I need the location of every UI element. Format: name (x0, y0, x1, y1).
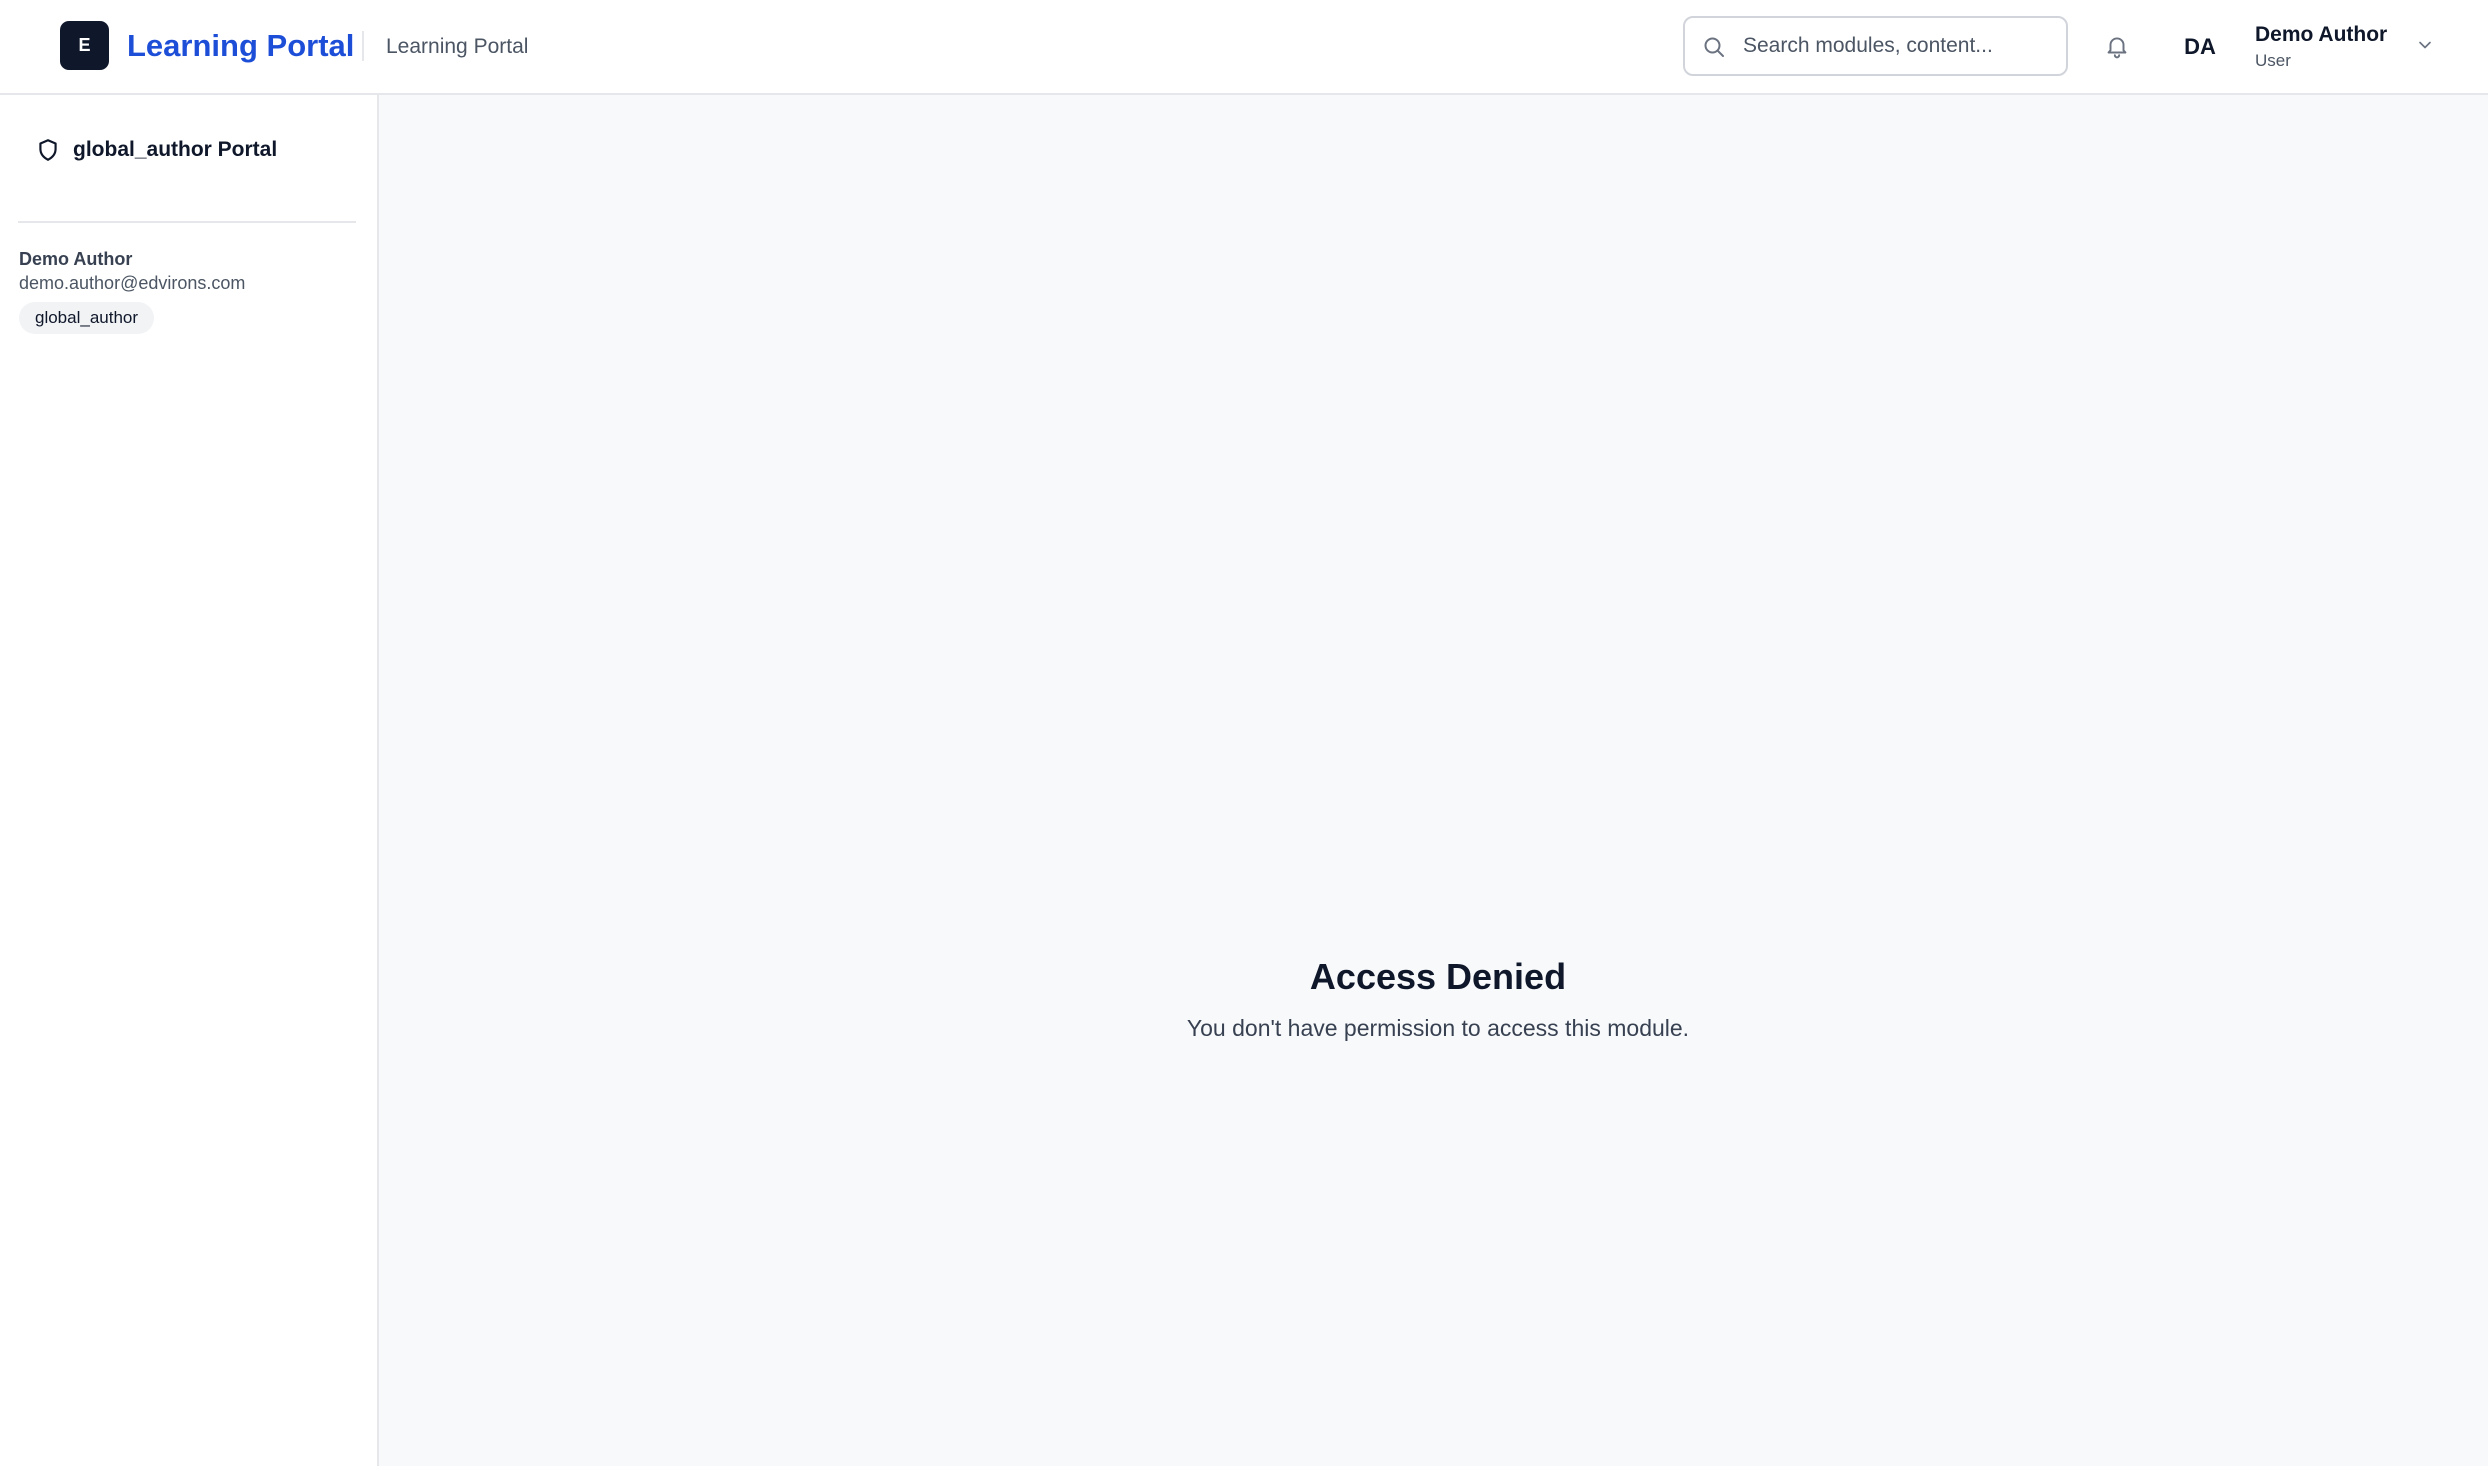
access-denied-title: Access Denied (1309, 956, 1567, 997)
avatar[interactable]: DA (2174, 24, 2226, 70)
app-logo[interactable]: E (60, 21, 109, 70)
notifications-button[interactable] (2100, 29, 2134, 63)
search-icon (1704, 37, 1724, 57)
sidebar: global_author Portal Demo Author demo.au… (0, 95, 379, 1466)
portal-heading[interactable]: global_author Portal (35, 130, 277, 170)
brand-divider (362, 31, 364, 61)
bell-icon (2107, 37, 2127, 59)
user-menu-button[interactable] (2412, 32, 2438, 58)
shield-icon (39, 139, 57, 161)
sidebar-user-name: Demo Author (19, 249, 133, 269)
role-badge: global_author (19, 302, 155, 334)
main-content: Access Denied You don't have permission … (379, 95, 2488, 1466)
sidebar-divider (18, 221, 356, 223)
access-denied-message: You don't have permission to access this… (1186, 1015, 1690, 1041)
user-role: User (2255, 51, 2291, 70)
search-input[interactable] (1743, 20, 2053, 72)
sidebar-user-email: demo.author@edvirons.com (19, 273, 246, 293)
chevron-down-icon (2419, 41, 2431, 49)
portal-label: global_author Portal (73, 138, 278, 161)
brand-title[interactable]: Learning Portal (127, 26, 354, 66)
brand-subtitle: Learning Portal (386, 35, 529, 58)
user-name[interactable]: Demo Author (2255, 20, 2387, 50)
search-box[interactable] (1683, 16, 2068, 76)
logo-letter: E (78, 35, 91, 55)
top-header: E Learning Portal Learning Portal DA Dem… (0, 0, 2488, 95)
